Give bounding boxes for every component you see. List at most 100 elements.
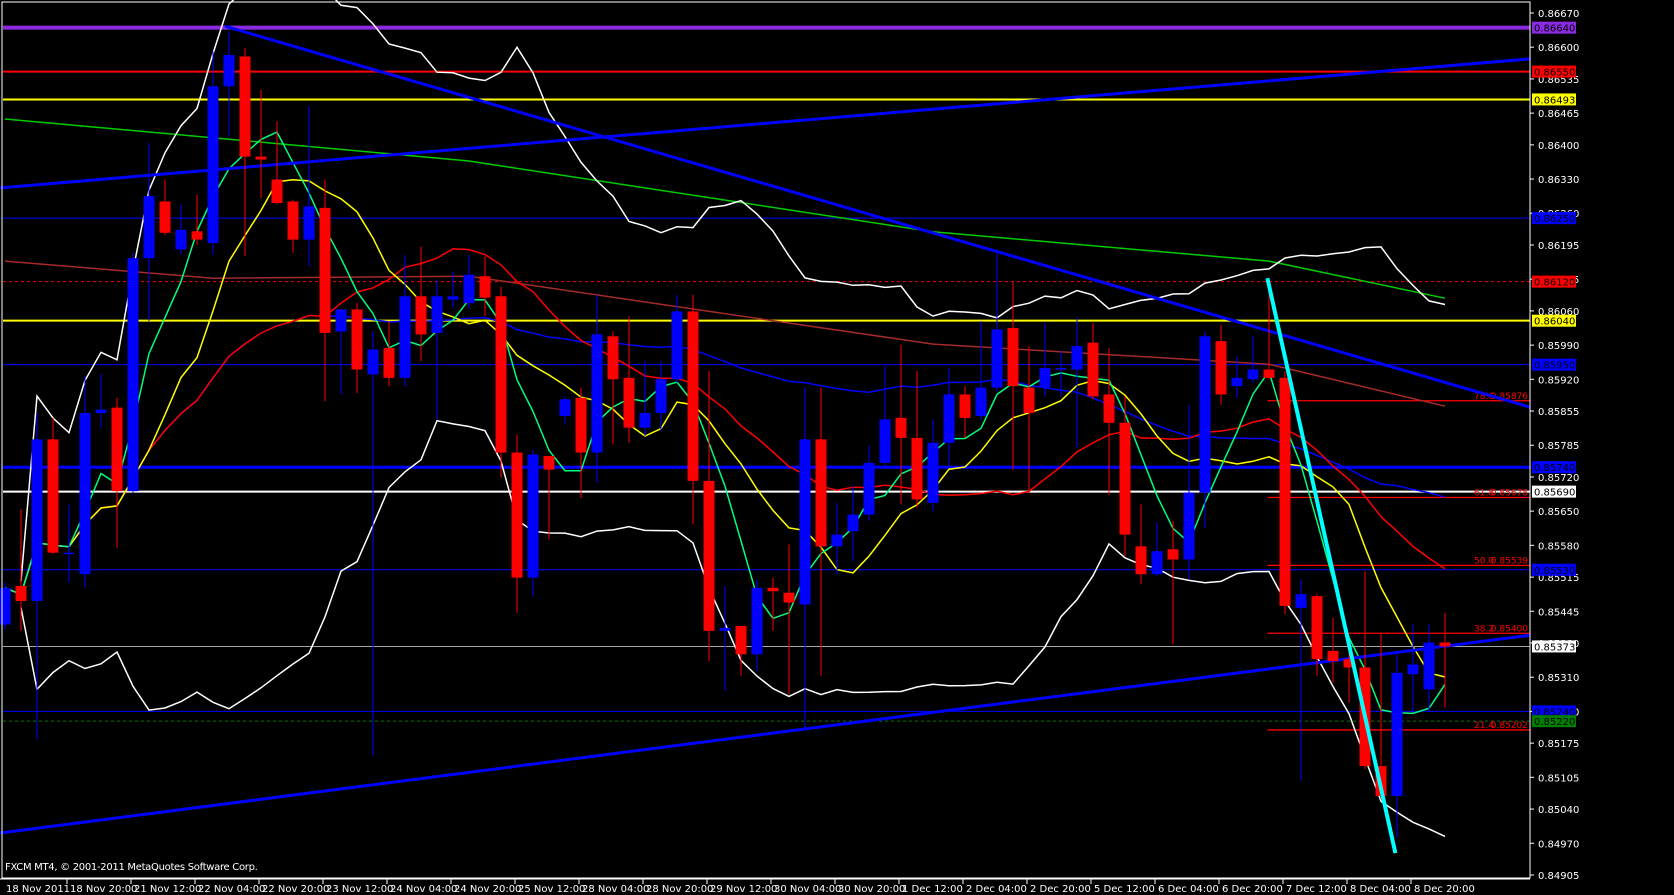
candle-body <box>1183 492 1195 560</box>
price-tick-label: 0.86670 <box>1538 9 1579 20</box>
candle-body <box>767 587 779 592</box>
price-tick-label: 0.86465 <box>1538 109 1579 120</box>
candle-body <box>1023 387 1035 413</box>
candle-body <box>655 379 667 413</box>
time-tick-label: 25 Nov 12:00 <box>518 884 585 895</box>
candle-body <box>1295 594 1307 608</box>
fib-level-price-label: 0.85400 <box>1491 624 1528 634</box>
time-tick-label: 29 Nov 12:00 <box>710 884 777 895</box>
candle-body <box>1231 377 1243 387</box>
candle-body <box>1167 549 1179 560</box>
candle-body <box>863 462 875 515</box>
price-tick-label: 0.85040 <box>1538 805 1579 816</box>
level-blue-2-price-label: 0.85950 <box>1534 361 1575 372</box>
candle-body <box>575 397 587 453</box>
candle-body <box>895 417 907 438</box>
level-blue-1-price-label: 0.86250 <box>1534 214 1575 225</box>
candle-body <box>367 349 379 375</box>
candle-body <box>1327 650 1339 662</box>
candle-body <box>831 534 843 547</box>
price-tick-label: 0.85175 <box>1538 739 1579 750</box>
time-tick-label: 5 Dec 12:00 <box>1094 884 1155 895</box>
candle-body <box>1391 672 1403 796</box>
candle-body <box>927 442 939 503</box>
price-tick-label: 0.86600 <box>1538 43 1579 54</box>
candle-body <box>79 412 91 575</box>
candle-body <box>1311 596 1323 660</box>
time-tick-label: 2 Dec 20:00 <box>1030 884 1091 895</box>
price-tick-label: 0.84905 <box>1538 871 1579 882</box>
price-tick-label: 0.85785 <box>1538 441 1579 452</box>
candle-body <box>239 56 251 157</box>
candle-body <box>639 412 651 428</box>
candle-body <box>1263 369 1275 378</box>
level-blue-3-price-label: 0.85530 <box>1534 566 1575 577</box>
candle <box>1279 370 1291 615</box>
candle-body <box>127 258 139 492</box>
candle-body <box>255 156 267 160</box>
candle-body <box>1071 346 1083 370</box>
candle-body <box>495 296 507 453</box>
time-tick-label: 1 Dec 12:00 <box>902 884 963 895</box>
time-tick-label: 22 Nov 20:00 <box>262 884 329 895</box>
candle-body <box>399 296 411 378</box>
candle-body <box>975 387 987 416</box>
time-tick-label: 6 Dec 20:00 <box>1222 884 1283 895</box>
time-tick-label: 8 Dec 04:00 <box>1350 884 1411 895</box>
candle-body <box>95 409 107 413</box>
time-tick-label: 28 Nov 20:00 <box>646 884 713 895</box>
price-chart[interactable]: 78.60.8587661.80.8567850.00.8553938.20.8… <box>0 0 1674 895</box>
level-red-top-price-label: 0.86550 <box>1534 68 1575 79</box>
time-tick-label: 22 Nov 04:00 <box>198 884 265 895</box>
candle-body <box>799 439 811 605</box>
candle-body <box>1407 664 1419 675</box>
candle-body <box>511 452 523 578</box>
time-tick-label: 7 Dec 12:00 <box>1286 884 1347 895</box>
level-red-dashed-price-label: 0.86120 <box>1534 278 1575 289</box>
candle-body <box>1087 342 1099 397</box>
candle-body <box>559 399 571 416</box>
candle-body <box>959 394 971 418</box>
price-tick-label: 0.85990 <box>1538 341 1579 352</box>
candle-body <box>271 179 283 203</box>
candle-body <box>1055 368 1067 370</box>
copyright-text: FXCM MT4, © 2001-2011 MetaQuotes Softwar… <box>5 862 258 873</box>
time-tick-label: 8 Dec 20:00 <box>1414 884 1475 895</box>
price-tick-label: 0.85920 <box>1538 375 1579 386</box>
candle-body <box>847 514 859 532</box>
candle-body <box>447 296 459 300</box>
candle-body <box>1279 377 1291 606</box>
fib-level-price-label: 0.85202 <box>1491 721 1528 731</box>
candle-body <box>991 329 1003 388</box>
level-yellow-mid-price-label: 0.86040 <box>1534 317 1575 328</box>
candle-body <box>15 585 27 602</box>
candle-body <box>1247 369 1259 380</box>
candle-body <box>1135 546 1147 575</box>
candle-body <box>1423 642 1435 690</box>
price-tick-label: 0.85445 <box>1538 607 1579 618</box>
level-blue-thick-price-label: 0.85740 <box>1534 463 1575 474</box>
candle-body <box>1199 336 1211 493</box>
candle-body <box>1103 394 1115 423</box>
candle-body <box>175 229 187 250</box>
candle-body <box>719 627 731 631</box>
candle-body <box>751 587 763 655</box>
candle-body <box>879 419 891 463</box>
candle-body <box>31 439 43 602</box>
candle-body <box>303 206 315 240</box>
candle-body <box>911 437 923 500</box>
time-tick-label: 21 Nov 12:00 <box>134 884 201 895</box>
candle-body <box>1119 422 1131 535</box>
candle-body <box>543 455 555 470</box>
price-tick-label: 0.85855 <box>1538 407 1579 418</box>
candle-body <box>287 201 299 240</box>
chart-background <box>0 0 1674 895</box>
candle-body <box>159 201 171 233</box>
candle-body <box>335 309 347 332</box>
price-tick-label: 0.84970 <box>1538 839 1579 850</box>
price-tick-label: 0.86330 <box>1538 175 1579 186</box>
candle-body <box>431 296 443 333</box>
candle-body <box>687 311 699 481</box>
candle-body <box>47 439 59 553</box>
candle-body <box>815 439 827 547</box>
